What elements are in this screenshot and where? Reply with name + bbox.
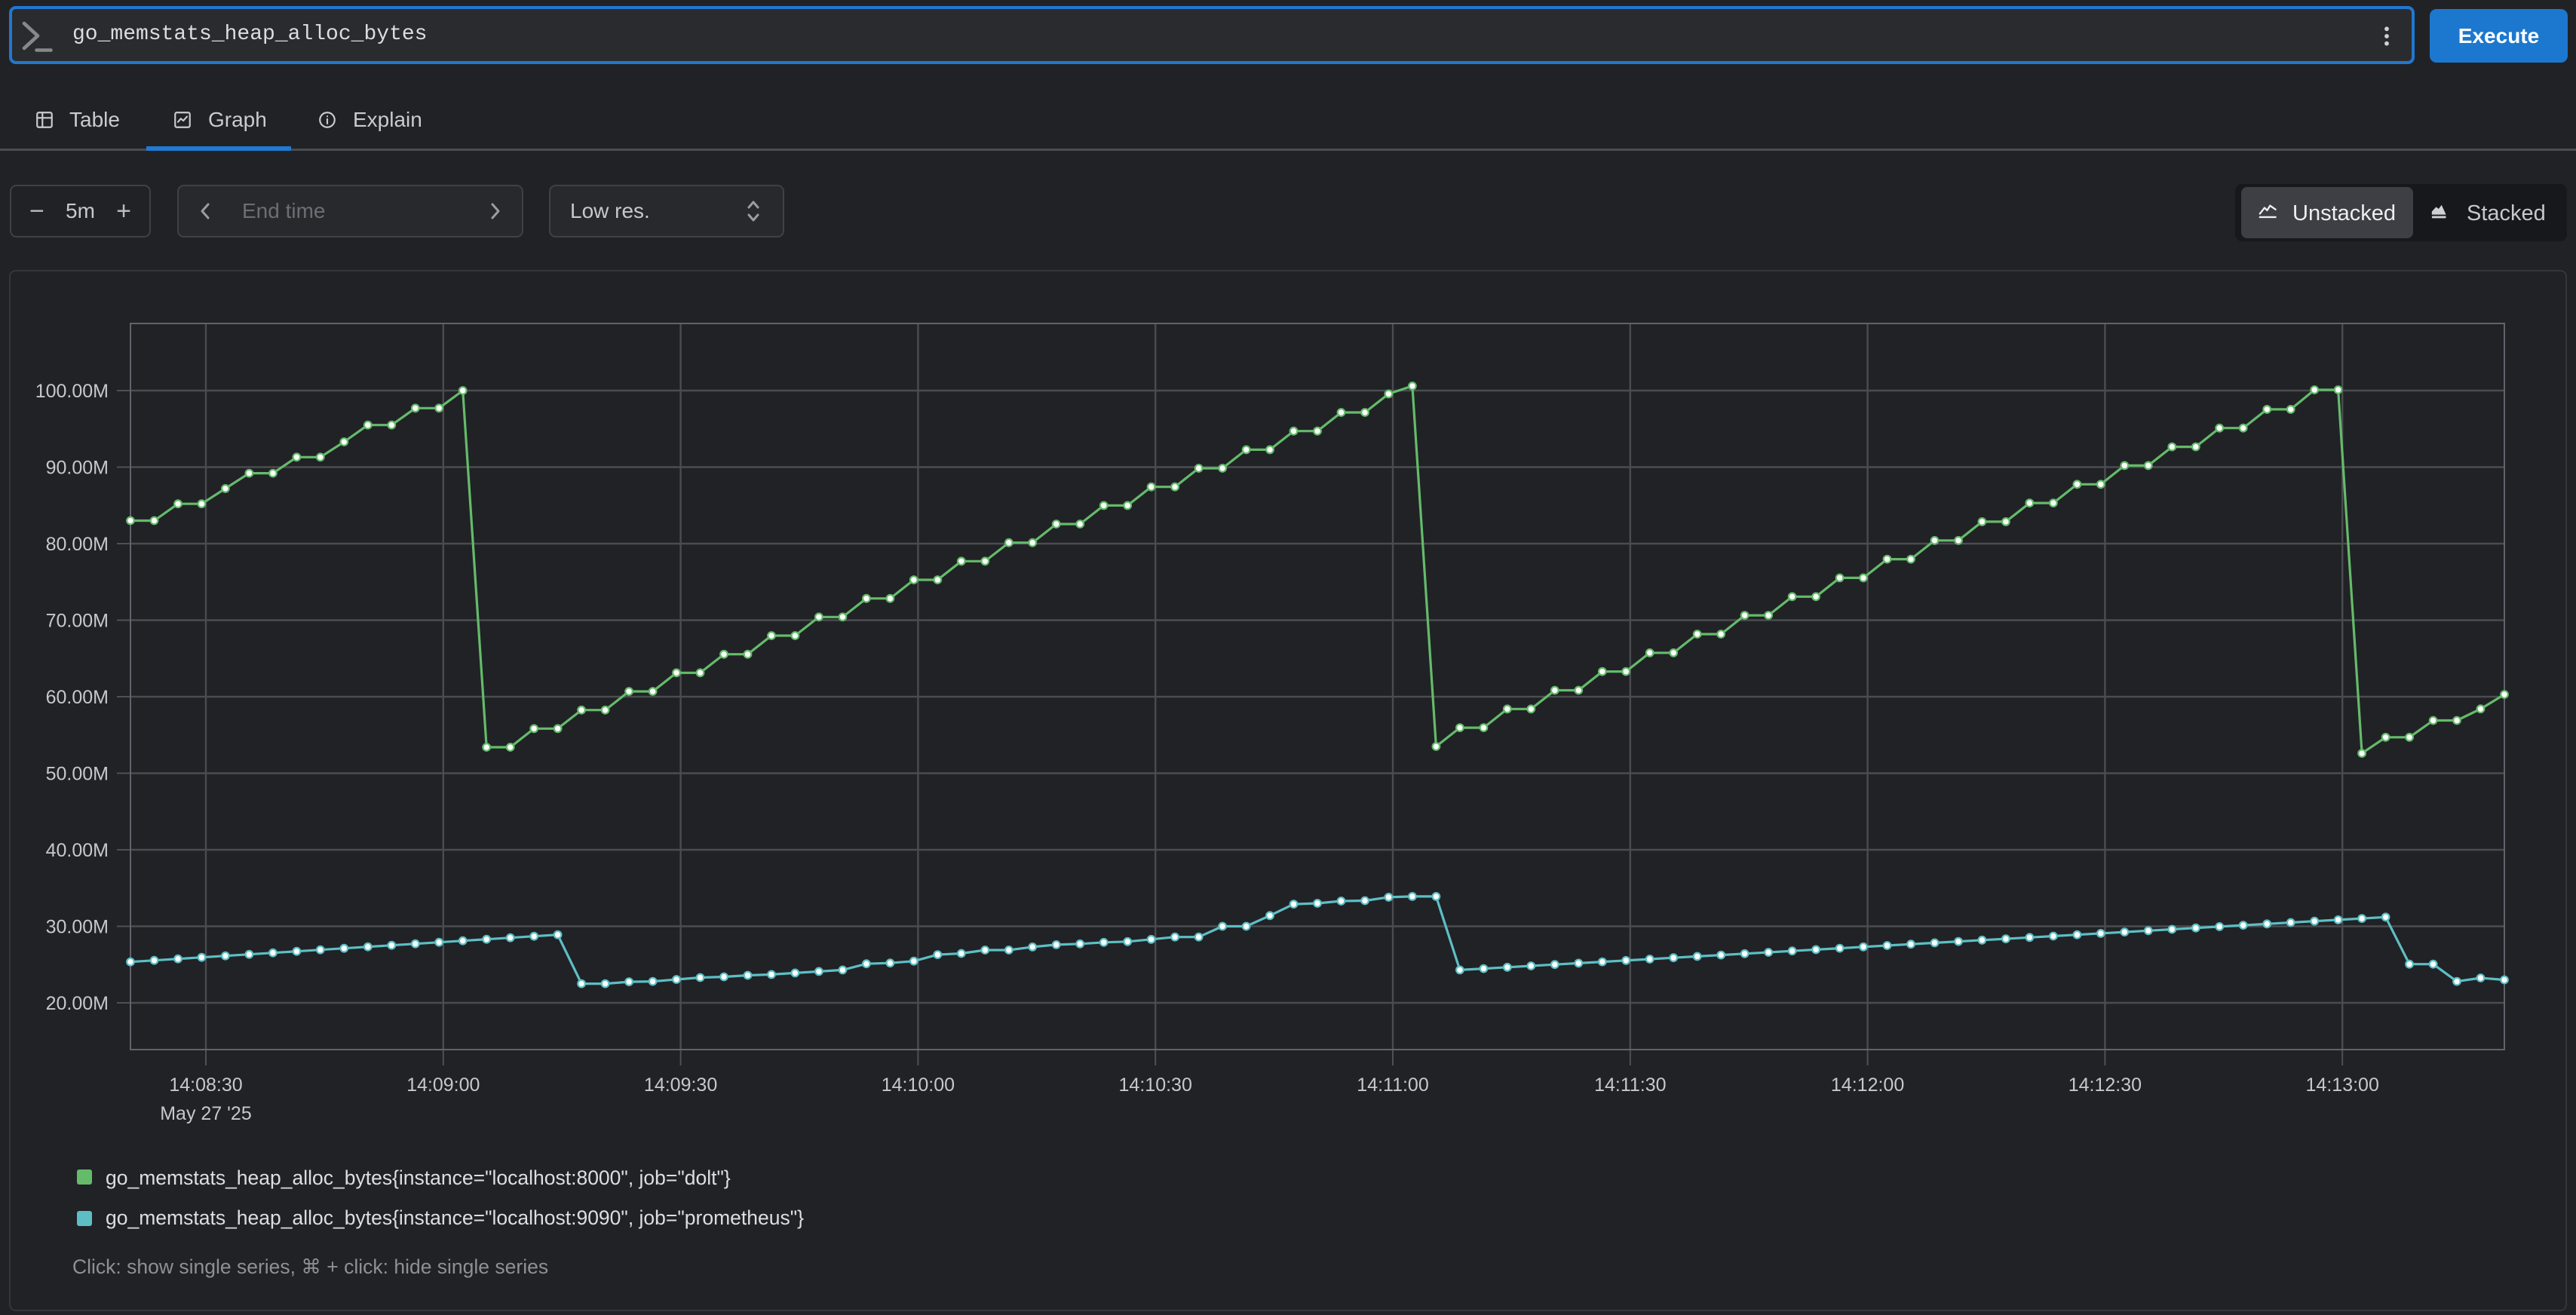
svg-text:60.00M: 60.00M bbox=[46, 687, 109, 708]
svg-text:14:10:00: 14:10:00 bbox=[882, 1074, 955, 1096]
svg-text:100.00M: 100.00M bbox=[35, 381, 109, 402]
svg-text:40.00M: 40.00M bbox=[46, 840, 109, 861]
svg-text:20.00M: 20.00M bbox=[46, 993, 109, 1014]
svg-text:80.00M: 80.00M bbox=[46, 534, 109, 555]
svg-text:14:12:30: 14:12:30 bbox=[2068, 1074, 2142, 1096]
svg-text:14:09:30: 14:09:30 bbox=[644, 1074, 717, 1096]
svg-text:14:11:30: 14:11:30 bbox=[1594, 1074, 1666, 1096]
svg-text:14:09:00: 14:09:00 bbox=[406, 1074, 480, 1096]
svg-text:70.00M: 70.00M bbox=[46, 611, 109, 632]
svg-text:14:08:30: 14:08:30 bbox=[169, 1074, 242, 1096]
svg-text:14:11:00: 14:11:00 bbox=[1357, 1074, 1428, 1096]
svg-text:14:10:30: 14:10:30 bbox=[1119, 1074, 1192, 1096]
svg-text:14:12:00: 14:12:00 bbox=[1831, 1074, 1904, 1096]
svg-text:May 27 '25: May 27 '25 bbox=[160, 1103, 252, 1124]
svg-text:30.00M: 30.00M bbox=[46, 917, 109, 938]
svg-text:14:13:00: 14:13:00 bbox=[2306, 1074, 2379, 1096]
svg-text:50.00M: 50.00M bbox=[46, 764, 109, 785]
svg-text:90.00M: 90.00M bbox=[46, 458, 109, 479]
